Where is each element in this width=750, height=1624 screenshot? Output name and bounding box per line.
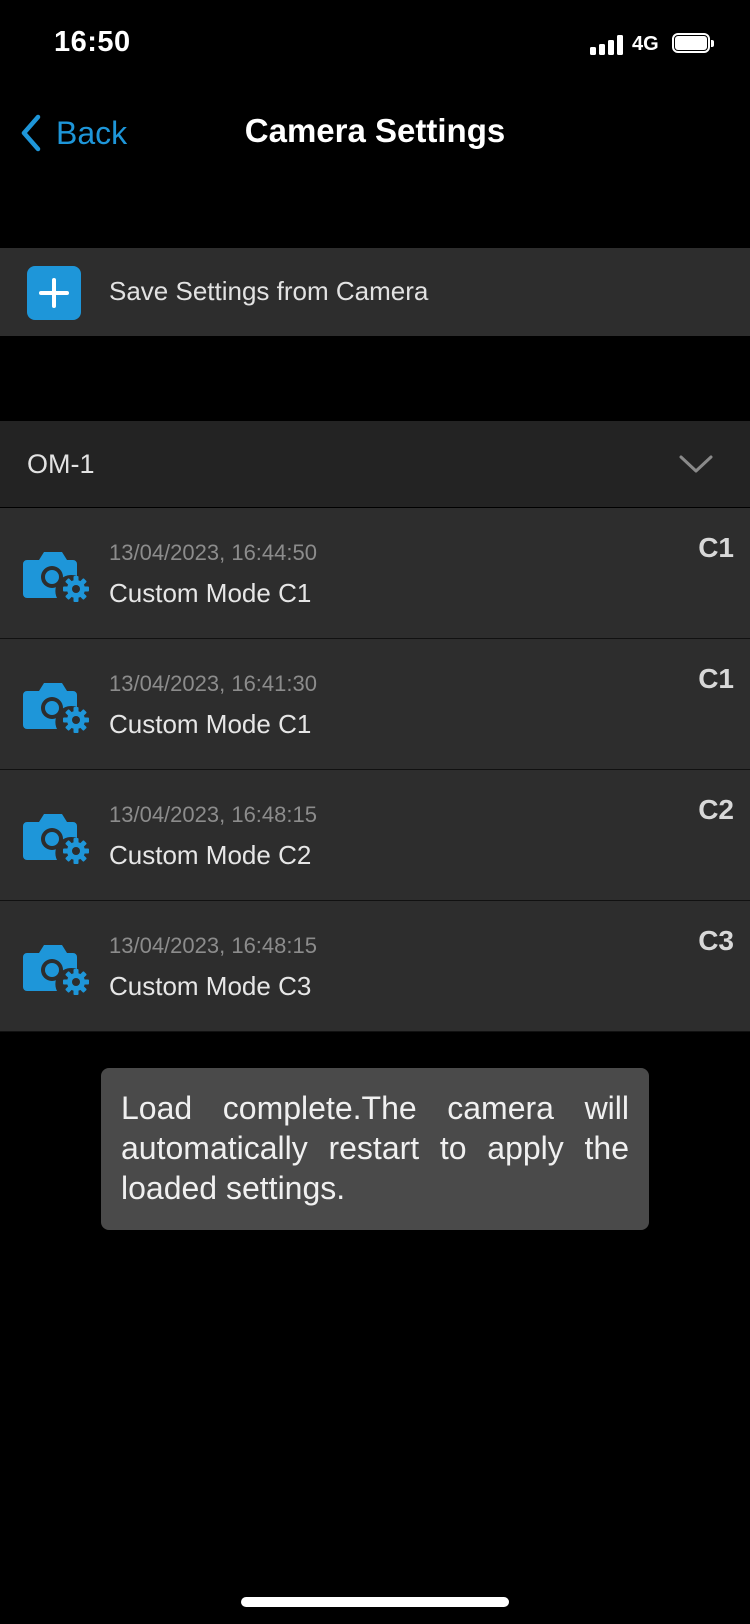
camera-settings-icon: [23, 814, 89, 864]
item-timestamp: 13/04/2023, 16:48:15: [109, 802, 317, 827]
item-name: Custom Mode C2: [109, 840, 312, 870]
toast-text: Load complete.The camera will automatica…: [121, 1090, 629, 1206]
item-mode-badge: C3: [698, 925, 734, 956]
list-item[interactable]: 13/04/2023, 16:48:15 Custom Mode C2 C2: [0, 770, 750, 901]
item-name: Custom Mode C3: [109, 971, 312, 1001]
toast-message: Load complete.The camera will automatica…: [101, 1068, 649, 1230]
item-name: Custom Mode C1: [109, 709, 312, 739]
camera-group-header[interactable]: OM-1: [0, 421, 750, 507]
item-timestamp: 13/04/2023, 16:44:50: [109, 540, 317, 565]
camera-settings-icon: [23, 945, 89, 995]
save-settings-button[interactable]: Save Settings from Camera: [0, 248, 750, 336]
status-bar: 16:50 4G: [0, 0, 750, 90]
item-mode-badge: C2: [698, 794, 734, 825]
plus-icon: [27, 266, 81, 320]
list-item[interactable]: 13/04/2023, 16:44:50 Custom Mode C1 C1: [0, 508, 750, 639]
save-settings-label: Save Settings from Camera: [109, 276, 429, 306]
list-item[interactable]: 13/04/2023, 16:41:30 Custom Mode C1 C1: [0, 639, 750, 770]
status-time: 16:50: [54, 26, 131, 58]
settings-list: 13/04/2023, 16:44:50 Custom Mode C1 C1 1…: [0, 508, 750, 1032]
item-timestamp: 13/04/2023, 16:48:15: [109, 933, 317, 958]
camera-settings-icon: [23, 683, 89, 733]
item-mode-badge: C1: [698, 663, 734, 694]
list-item[interactable]: 13/04/2023, 16:48:15 Custom Mode C3 C3: [0, 901, 750, 1032]
item-name: Custom Mode C1: [109, 578, 312, 608]
item-timestamp: 13/04/2023, 16:41:30: [109, 671, 317, 696]
network-type: 4G: [632, 33, 659, 55]
battery-icon: [672, 33, 716, 55]
page-title: Camera Settings: [244, 112, 506, 149]
camera-settings-icon: [23, 552, 89, 602]
home-indicator[interactable]: [241, 1597, 509, 1607]
signal-icon: [590, 35, 624, 55]
chevron-down-icon[interactable]: [678, 452, 714, 476]
navigation-bar: Back Camera Settings: [0, 90, 750, 174]
camera-group-label: OM-1: [27, 449, 95, 479]
item-mode-badge: C1: [698, 532, 734, 563]
